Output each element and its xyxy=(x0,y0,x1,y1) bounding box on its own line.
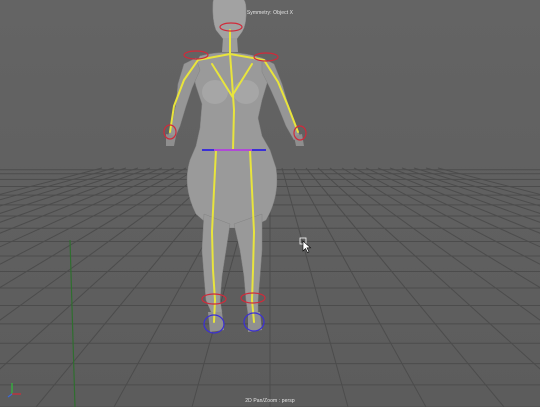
camera-status-label: 2D Pan/Zoom : persp xyxy=(245,398,295,404)
chest-mesh-right xyxy=(233,80,259,104)
right-leg-mesh xyxy=(233,213,263,315)
scene-canvas[interactable] xyxy=(0,0,540,407)
character-mesh[interactable] xyxy=(166,0,304,332)
symmetry-status-label: Symmetry: Object X xyxy=(246,10,294,16)
axis-gizmo-icon xyxy=(7,383,21,398)
left-arm-mesh xyxy=(167,57,201,141)
3d-viewport[interactable]: Symmetry: Object X 2D Pan/Zoom : persp xyxy=(0,0,540,407)
right-arm-mesh xyxy=(261,57,301,141)
